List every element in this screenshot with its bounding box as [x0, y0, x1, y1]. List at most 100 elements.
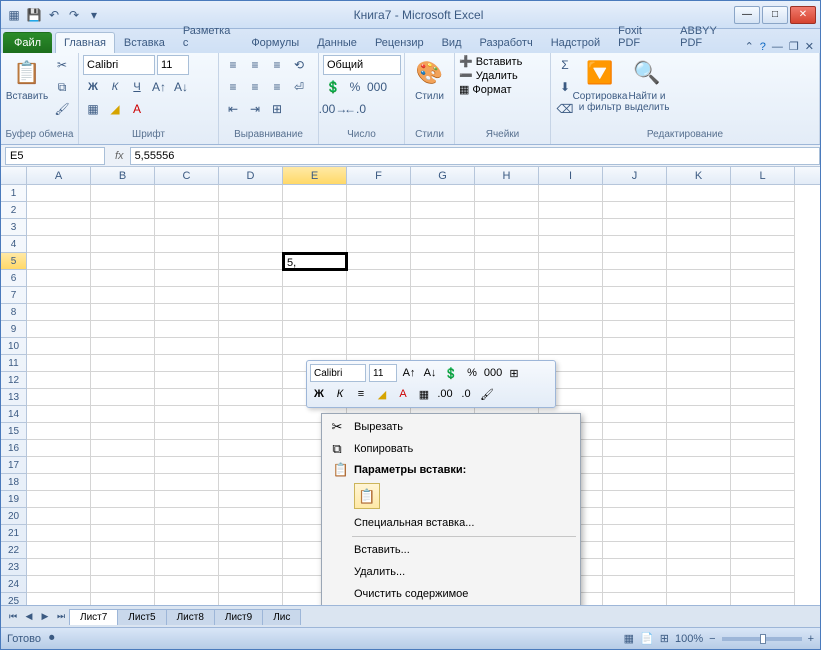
- cell[interactable]: [91, 457, 155, 474]
- cell[interactable]: [603, 304, 667, 321]
- cell[interactable]: [155, 559, 219, 576]
- cell[interactable]: [283, 270, 347, 287]
- cell[interactable]: [91, 474, 155, 491]
- cell[interactable]: [731, 593, 795, 605]
- font-color-icon[interactable]: A: [127, 99, 147, 119]
- cell[interactable]: [27, 389, 91, 406]
- cell[interactable]: [219, 304, 283, 321]
- cell[interactable]: [91, 508, 155, 525]
- font-name-combo[interactable]: Calibri: [83, 55, 155, 75]
- cell[interactable]: [219, 474, 283, 491]
- cell[interactable]: [27, 559, 91, 576]
- row-header[interactable]: 15: [1, 423, 26, 440]
- cell[interactable]: [603, 542, 667, 559]
- cell[interactable]: [27, 321, 91, 338]
- macro-record-icon[interactable]: ⏺: [49, 632, 55, 645]
- cell[interactable]: [731, 491, 795, 508]
- cell[interactable]: [667, 474, 731, 491]
- mini-border-icon[interactable]: ▦: [415, 385, 433, 403]
- fx-icon[interactable]: fx: [109, 150, 130, 162]
- mini-format-painter-icon[interactable]: 🖌: [478, 385, 496, 403]
- bold-icon[interactable]: Ж: [83, 77, 103, 97]
- cell[interactable]: [219, 202, 283, 219]
- cell[interactable]: [411, 253, 475, 270]
- cell[interactable]: [91, 270, 155, 287]
- merge-icon[interactable]: ⊞: [267, 99, 287, 119]
- copy-icon[interactable]: ⧉: [52, 77, 72, 97]
- cell[interactable]: [603, 525, 667, 542]
- cell[interactable]: [731, 321, 795, 338]
- cell[interactable]: [27, 287, 91, 304]
- cell[interactable]: [219, 525, 283, 542]
- font-size-combo[interactable]: 11: [157, 55, 189, 75]
- cell[interactable]: [539, 338, 603, 355]
- cell[interactable]: [603, 185, 667, 202]
- italic-icon[interactable]: К: [105, 77, 125, 97]
- cell[interactable]: [667, 236, 731, 253]
- cell[interactable]: [603, 508, 667, 525]
- cell[interactable]: [219, 440, 283, 457]
- paste-default-button[interactable]: 📋: [354, 483, 380, 509]
- cell[interactable]: [27, 525, 91, 542]
- cell[interactable]: [219, 372, 283, 389]
- cell[interactable]: [283, 304, 347, 321]
- view-pagebreak-icon[interactable]: ⊞: [660, 632, 669, 645]
- cell[interactable]: [155, 219, 219, 236]
- cell[interactable]: [27, 576, 91, 593]
- cell[interactable]: [91, 576, 155, 593]
- cell[interactable]: [731, 219, 795, 236]
- zoom-level[interactable]: 100%: [675, 633, 703, 645]
- cell[interactable]: [667, 253, 731, 270]
- row-header[interactable]: 21: [1, 525, 26, 542]
- cell[interactable]: [219, 508, 283, 525]
- cell[interactable]: [155, 372, 219, 389]
- cell[interactable]: [603, 338, 667, 355]
- mini-percent-icon[interactable]: %: [463, 364, 481, 382]
- mini-inc-decimal-icon[interactable]: .00: [436, 385, 454, 403]
- column-header[interactable]: G: [411, 167, 475, 184]
- mini-align-icon[interactable]: ≡: [352, 385, 370, 403]
- undo-icon[interactable]: ↶: [45, 6, 63, 24]
- cell[interactable]: [283, 219, 347, 236]
- column-header[interactable]: A: [27, 167, 91, 184]
- cell[interactable]: [283, 321, 347, 338]
- comma-icon[interactable]: 000: [367, 77, 387, 97]
- cell[interactable]: [91, 542, 155, 559]
- cell[interactable]: [27, 508, 91, 525]
- mini-font-combo[interactable]: Calibri: [310, 364, 366, 382]
- cell[interactable]: [667, 321, 731, 338]
- align-bottom-icon[interactable]: ≡: [267, 55, 287, 75]
- name-box[interactable]: E5: [5, 147, 105, 165]
- cell[interactable]: [539, 236, 603, 253]
- row-header[interactable]: 18: [1, 474, 26, 491]
- row-header[interactable]: 16: [1, 440, 26, 457]
- cell[interactable]: [731, 355, 795, 372]
- cell[interactable]: [27, 423, 91, 440]
- cell[interactable]: [603, 593, 667, 605]
- cell[interactable]: [603, 440, 667, 457]
- cell[interactable]: [27, 304, 91, 321]
- row-header[interactable]: 22: [1, 542, 26, 559]
- cell[interactable]: [91, 202, 155, 219]
- close-button[interactable]: ✕: [790, 6, 816, 24]
- currency-icon[interactable]: 💲: [323, 77, 343, 97]
- styles-button[interactable]: 🎨 Стили: [409, 55, 450, 104]
- cell[interactable]: [731, 576, 795, 593]
- ctx-cut[interactable]: ✂Вырезать: [324, 416, 578, 438]
- select-all-corner[interactable]: [1, 167, 27, 184]
- cell[interactable]: [27, 236, 91, 253]
- cell[interactable]: [219, 236, 283, 253]
- cell[interactable]: [155, 202, 219, 219]
- cell[interactable]: [731, 542, 795, 559]
- cell[interactable]: [155, 593, 219, 605]
- cell[interactable]: [27, 593, 91, 605]
- mini-size-combo[interactable]: 11: [369, 364, 397, 382]
- mini-dec-decimal-icon[interactable]: .0: [457, 385, 475, 403]
- tab-insert[interactable]: Вставка: [115, 32, 174, 53]
- cell[interactable]: [347, 338, 411, 355]
- column-header[interactable]: D: [219, 167, 283, 184]
- cell[interactable]: [219, 593, 283, 605]
- cell[interactable]: [27, 270, 91, 287]
- cell[interactable]: [603, 576, 667, 593]
- cell[interactable]: [27, 457, 91, 474]
